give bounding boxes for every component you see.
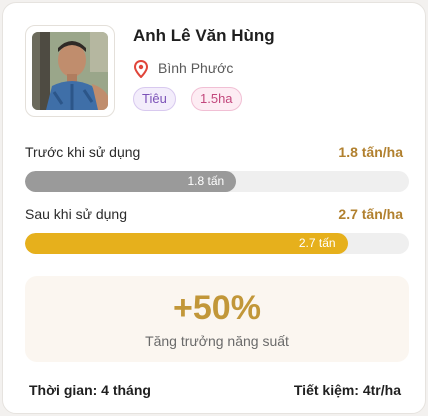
map-pin-icon	[133, 60, 149, 78]
after-bar: 2.7 tấn	[25, 233, 409, 254]
before-label: Trước khi sử dụng	[25, 144, 141, 160]
area-tag: 1.5ha	[191, 87, 242, 111]
growth-percentage: +50%	[173, 289, 261, 327]
growth-caption: Tăng trưởng năng suất	[145, 333, 289, 349]
duration-text: Thời gian: 4 tháng	[29, 382, 151, 398]
result-box: +50% Tăng trưởng năng suất	[25, 276, 409, 362]
savings-text: Tiết kiệm: 4tr/ha	[293, 382, 401, 398]
after-label: Sau khi sử dụng	[25, 206, 127, 222]
before-bar: 1.8 tấn	[25, 171, 409, 192]
location-text: Bình Phước	[158, 60, 234, 76]
farmer-name: Anh Lê Văn Hùng	[133, 26, 275, 45]
before-bar-fill: 1.8 tấn	[25, 171, 237, 192]
before-value: 1.8 tấn/ha	[338, 144, 403, 160]
testimonial-card: Anh Lê Văn Hùng Bình Phước Tiêu 1.5ha Tr…	[2, 2, 426, 414]
avatar	[25, 25, 115, 117]
after-bar-fill: 2.7 tấn	[25, 233, 348, 254]
farmer-photo	[32, 32, 108, 110]
before-bar-text: 1.8 tấn	[187, 174, 225, 188]
after-bar-text: 2.7 tấn	[298, 236, 336, 250]
crop-tag: Tiêu	[133, 87, 176, 111]
after-value: 2.7 tấn/ha	[338, 206, 403, 222]
